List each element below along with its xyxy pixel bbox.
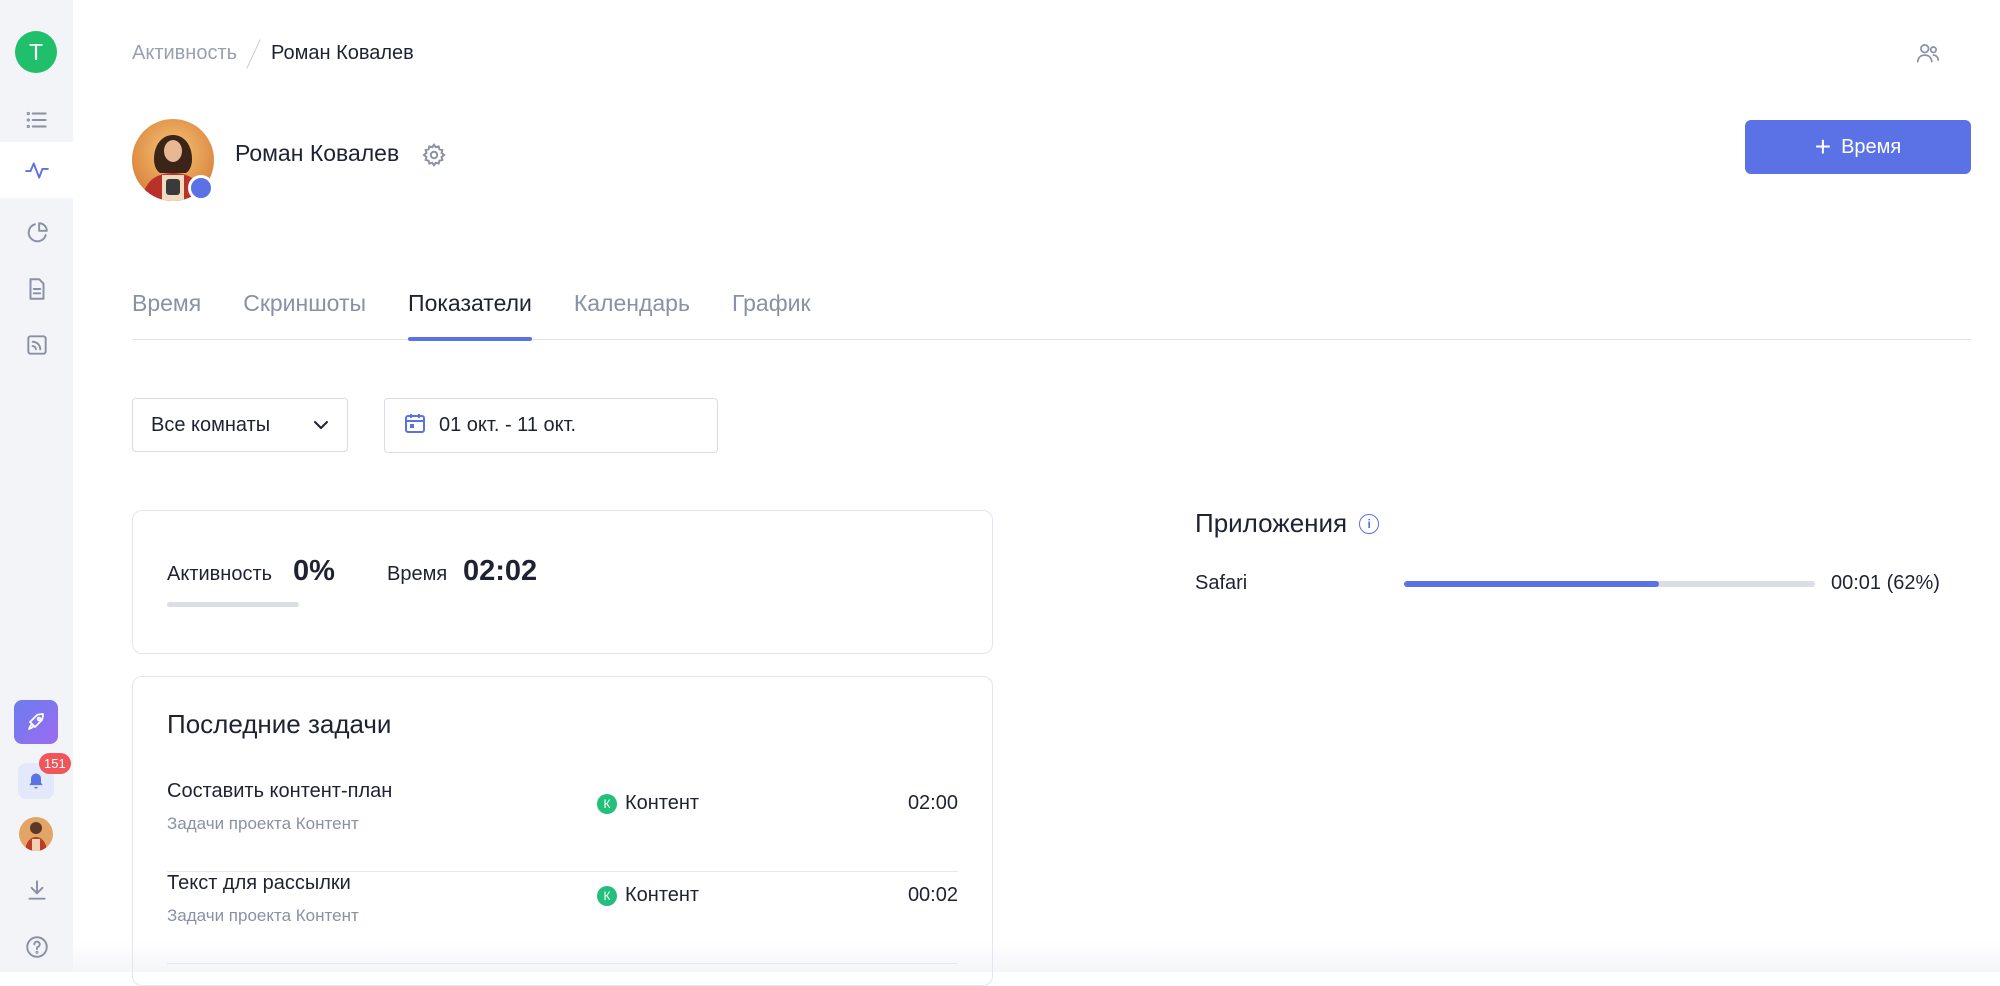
- tab-metrics[interactable]: Показатели: [408, 284, 532, 341]
- activity-value: 0%: [293, 555, 335, 587]
- recent-tasks-card: Последние задачи Составить контент-план …: [132, 676, 993, 986]
- app-name: Safari: [1195, 572, 1248, 594]
- profile-name: Роман Ковалев: [235, 140, 400, 166]
- task-subtitle: Задачи проекта Контент: [167, 814, 359, 833]
- gear-icon[interactable]: [421, 142, 447, 168]
- tab-calendar[interactable]: Календарь: [574, 284, 690, 340]
- workspace-avatar[interactable]: T: [15, 31, 57, 73]
- task-name: Текст для рассылки: [167, 872, 351, 894]
- task-project: К Контент: [597, 792, 699, 815]
- apps-title-text: Приложения: [1195, 508, 1348, 538]
- feed-icon[interactable]: [0, 317, 73, 373]
- activity-icon[interactable]: [0, 142, 73, 198]
- task-row[interactable]: Текст для рассылки Задачи проекта Контен…: [167, 872, 958, 964]
- reports-pie-icon[interactable]: [0, 205, 73, 261]
- task-time: 02:00: [907, 792, 958, 814]
- task-time: 00:02: [907, 884, 958, 906]
- app-usage-row: Safari 00:01 (62%): [1195, 570, 1965, 598]
- project-badge-icon: К: [597, 885, 617, 906]
- breadcrumb: Активность Роман Ковалев: [132, 38, 414, 68]
- activity-label: Активность: [167, 563, 273, 585]
- summary-card: Активность 0% Время 02:02: [132, 510, 993, 654]
- plus-icon: +: [1814, 131, 1832, 162]
- app-usage-bar: [1404, 581, 1815, 587]
- date-range-picker[interactable]: 01 окт. - 11 окт.: [384, 398, 718, 453]
- task-name: Составить контент-план: [167, 780, 393, 802]
- time-value: 02:02: [463, 555, 538, 587]
- date-range-value: 01 окт. - 11 окт.: [439, 414, 577, 436]
- tasks-list-icon[interactable]: [0, 92, 73, 148]
- info-icon[interactable]: i: [1359, 513, 1380, 534]
- room-select-value: Все комнаты: [151, 413, 271, 436]
- document-icon[interactable]: [0, 261, 73, 317]
- chevron-down-icon: [311, 415, 331, 435]
- rocket-icon[interactable]: [14, 700, 58, 744]
- task-subtitle: Задачи проекта Контент: [167, 906, 359, 925]
- apps-section-title: Приложения i: [1195, 508, 1380, 539]
- tab-bar: Время Скриншоты Показатели Календарь Гра…: [132, 284, 1971, 341]
- time-label: Время: [387, 563, 448, 585]
- add-time-label: Время: [1841, 135, 1902, 158]
- breadcrumb-separator: [247, 38, 261, 68]
- help-icon[interactable]: [0, 922, 73, 972]
- notifications-badge: 151: [39, 753, 71, 774]
- room-select[interactable]: Все комнаты: [132, 398, 348, 452]
- project-badge-icon: К: [597, 793, 617, 814]
- download-icon[interactable]: [0, 865, 73, 915]
- app-usage-bar-fill: [1404, 581, 1659, 587]
- task-row[interactable]: Составить контент-план Задачи проекта Ко…: [167, 780, 958, 872]
- sidebar: T 151: [0, 0, 73, 972]
- team-users-icon[interactable]: [1915, 40, 1941, 66]
- tab-screenshots[interactable]: Скриншоты: [243, 284, 366, 340]
- breadcrumb-current: Роман Ковалев: [271, 41, 414, 64]
- task-project-name: Контент: [625, 792, 700, 814]
- tab-time[interactable]: Время: [132, 284, 201, 340]
- status-indicator: [188, 175, 214, 201]
- activity-progress-bar: [167, 602, 299, 607]
- recent-tasks-title: Последние задачи: [167, 709, 392, 739]
- app-usage-value: 00:01 (62%): [1831, 572, 1940, 594]
- breadcrumb-root-link[interactable]: Активность: [132, 42, 237, 65]
- task-project: К Контент: [597, 884, 699, 907]
- user-avatar[interactable]: [19, 817, 53, 851]
- calendar-icon: [403, 411, 427, 441]
- task-project-name: Контент: [625, 884, 700, 906]
- add-time-button[interactable]: + Время: [1745, 120, 1971, 174]
- tab-schedule[interactable]: График: [732, 284, 811, 340]
